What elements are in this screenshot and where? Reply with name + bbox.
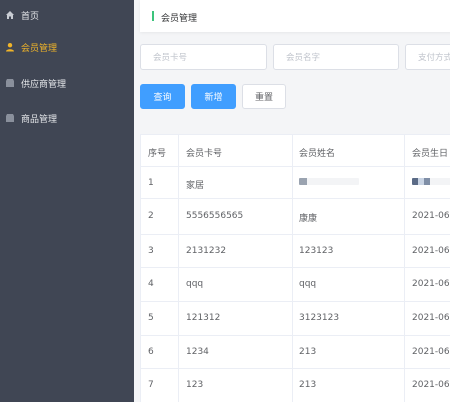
table-row-card: 121312: [186, 313, 221, 323]
store-icon: [5, 78, 15, 88]
table-row-index: 2: [148, 211, 154, 221]
column-header-card: 会员卡号: [186, 149, 223, 159]
member-name-placeholder: 会员名字: [286, 53, 321, 63]
redacted-name: [299, 178, 359, 185]
query-button[interactable]: 查询: [140, 84, 185, 109]
breadcrumb-marker: [152, 11, 154, 21]
breadcrumb: 会员管理: [140, 0, 450, 32]
table-row-name: 213: [299, 347, 317, 357]
table-row-card: qqq: [186, 279, 204, 289]
table-row-birthday: [412, 178, 450, 188]
table-border: [140, 134, 141, 402]
sidebar-item-label: 会员管理: [21, 43, 58, 54]
table-row-card: 2131232: [186, 246, 227, 256]
table-row-name: 康康: [299, 214, 318, 224]
table-row-birthday: 2021-06-: [412, 347, 450, 357]
table-row-birthday: 2021-06-: [412, 211, 450, 221]
table-row-name: 3123123: [299, 313, 340, 323]
sidebar-item-members[interactable]: 会员管理: [0, 32, 134, 62]
sidebar-item-suppliers[interactable]: 供应商管理: [0, 68, 134, 98]
table-row-card: 123: [186, 380, 204, 390]
sidebar-item-label: 商品管理: [21, 114, 58, 125]
user-icon: [5, 42, 15, 52]
table-row-index: 4: [148, 279, 154, 289]
member-table: 序号 会员卡号 会员姓名 会员生日 1 家居 2 5556556565 康康 2…: [140, 134, 450, 402]
column-header-name: 会员姓名: [299, 149, 336, 159]
member-card-input[interactable]: 会员卡号: [140, 44, 267, 70]
main-content: 会员管理 会员卡号 会员名字 支付方式 查询 新增 重置 序号 会员卡号 会员姓…: [134, 0, 450, 402]
table-row-name: [299, 178, 359, 188]
table-border: [404, 134, 405, 402]
member-name-input[interactable]: 会员名字: [273, 44, 399, 70]
payment-method-input[interactable]: 支付方式: [405, 44, 450, 70]
table-row-birthday: 2021-06-: [412, 246, 450, 256]
table-row-index: 3: [148, 246, 154, 256]
table-row-index: 7: [148, 380, 154, 390]
table-row-birthday: 2021-06-: [412, 313, 450, 323]
sidebar-item-label: 首页: [21, 11, 40, 22]
reset-button[interactable]: 重置: [242, 84, 286, 109]
sidebar-item-home[interactable]: 首页: [0, 0, 134, 30]
table-row-birthday: 2021-06-: [412, 279, 450, 289]
table-row-name: 123123: [299, 246, 334, 256]
redacted-birthday: [412, 178, 450, 185]
table-row-index: 1: [148, 178, 154, 188]
sidebar: 首页 会员管理 供应商管理 商品管理: [0, 0, 134, 402]
home-icon: [5, 10, 15, 20]
add-button[interactable]: 新增: [191, 84, 236, 109]
table-border: [292, 134, 293, 402]
column-header-index: 序号: [148, 149, 167, 159]
page-title: 会员管理: [161, 14, 198, 24]
table-row-birthday: 2021-06-: [412, 380, 450, 390]
table-row-name: 213: [299, 380, 317, 390]
table-row-index: 5: [148, 313, 154, 323]
store-icon: [5, 113, 15, 123]
column-header-birthday: 会员生日: [412, 149, 449, 159]
table-row-name: qqq: [299, 279, 317, 289]
payment-method-placeholder: 支付方式: [418, 53, 450, 63]
member-card-placeholder: 会员卡号: [153, 53, 188, 63]
sidebar-item-label: 供应商管理: [21, 79, 67, 90]
sidebar-item-products[interactable]: 商品管理: [0, 103, 134, 133]
table-row-index: 6: [148, 347, 154, 357]
table-row-card: 家居: [186, 181, 205, 191]
table-row-card: 1234: [186, 347, 209, 357]
table-row-card: 5556556565: [186, 211, 244, 221]
table-border: [178, 134, 179, 402]
